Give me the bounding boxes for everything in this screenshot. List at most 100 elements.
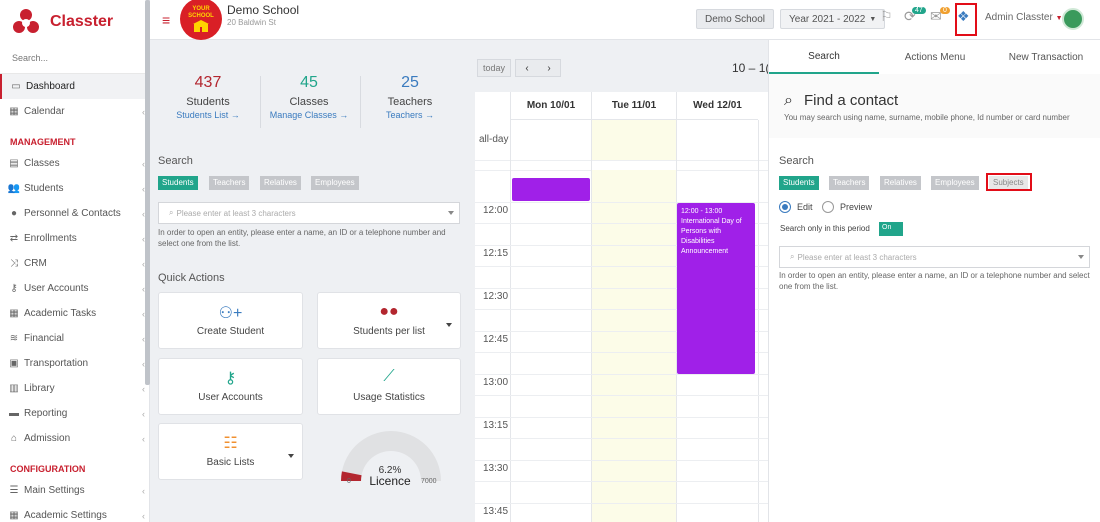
sidebar-item-transportation[interactable]: ▣ Transportation ‹	[0, 351, 145, 376]
grid-icon: ▦	[9, 308, 19, 319]
sidebar-item-label: Main Settings	[24, 485, 85, 496]
cal-allday-label: all-day	[479, 134, 509, 145]
sidebar-item-enrollments[interactable]: ⇄ Enrollments ‹	[0, 226, 145, 251]
stat-teachers-count: 25	[401, 74, 419, 91]
period-toggle[interactable]: On	[879, 222, 903, 236]
section-configuration: CONFIGURATION	[10, 464, 86, 474]
licence-max: 7000	[421, 478, 437, 485]
search-icon: ⌕	[790, 252, 795, 261]
card-label: Usage Statistics	[353, 392, 425, 403]
brand-logo[interactable]: Classter	[12, 8, 142, 36]
students-list-link[interactable]: Students List →	[153, 110, 263, 120]
sidebar-item-label: Transportation	[24, 358, 89, 369]
key-icon: ⚷	[10, 283, 18, 294]
dash-search-input[interactable]: ⌕ Please enter at least 3 characters	[158, 202, 460, 224]
sidebar-item-label: Enrollments	[24, 233, 77, 244]
sidebar-item-admission[interactable]: ⌂ Admission ‹	[0, 426, 145, 451]
sidebar-item-main-settings[interactable]: ☰ Main Settings ‹	[0, 478, 145, 503]
panel-filter-employees[interactable]: Employees	[931, 176, 979, 190]
basic-lists-card[interactable]: ☷ Basic Lists	[158, 423, 303, 480]
cal-time-label: 13:30	[483, 463, 509, 474]
radio-preview-label: Preview	[840, 202, 873, 212]
sidebar-item-financial[interactable]: ≋ Financial ‹	[0, 326, 145, 351]
cal-grid-line	[475, 460, 768, 461]
sidebar-item-calendar[interactable]: ▦ Calendar ‹	[0, 99, 145, 124]
sidebar-item-crm[interactable]: ⤨ CRM ‹	[0, 251, 145, 276]
licence-label: Licence	[369, 474, 411, 488]
panel-search-input[interactable]: ⌕ Please enter at least 3 characters	[779, 246, 1090, 268]
caret-down-icon: ▼	[869, 15, 877, 23]
radio-edit[interactable]	[779, 201, 791, 213]
chart-line-icon: ⟋	[383, 368, 395, 385]
school-building-icon	[193, 20, 209, 32]
cal-event-disabilities-day[interactable]: 12:00 - 13:00 International Day of Perso…	[677, 203, 755, 374]
cal-day-header: Wed 12/01	[676, 92, 758, 120]
stat-students-label: Students	[186, 96, 230, 108]
contact-search-panel: Search Actions Menu New Transaction ⌕ Fi…	[768, 40, 1100, 522]
teachers-link[interactable]: Teachers →	[355, 110, 465, 120]
chevron-left-icon: ‹	[142, 383, 145, 394]
sidebar-item-academic-tasks[interactable]: ▦ Academic Tasks ‹	[0, 301, 145, 326]
manage-classes-link[interactable]: Manage Classes →	[254, 110, 364, 120]
sidebar-item-reporting[interactable]: ▬ Reporting ‹	[0, 401, 145, 426]
user-icon: ●	[10, 208, 18, 219]
cal-grid-line	[475, 438, 768, 439]
cal-grid-line	[475, 395, 768, 396]
chevron-left-icon[interactable]: ‹	[525, 63, 528, 74]
school-selector[interactable]: Demo School	[696, 9, 775, 29]
chevron-right-icon[interactable]: ›	[547, 63, 550, 74]
panel-filter-teachers[interactable]: Teachers	[829, 176, 870, 190]
sidebar-item-dashboard[interactable]: ▭ Dashboard	[0, 74, 145, 99]
user-plus-icon: ⚇+	[218, 305, 243, 322]
school-logo[interactable]: YOUR SCHOOL	[180, 0, 222, 40]
brand-name: Classter	[50, 13, 114, 30]
radio-preview[interactable]	[822, 201, 834, 213]
sidebar-item-label: User Accounts	[24, 283, 89, 294]
sidebar-item-students[interactable]: 👥 Students ‹	[0, 176, 145, 201]
school-name: Demo School	[227, 3, 300, 17]
avatar[interactable]	[1062, 8, 1084, 30]
sidebar-item-label: Financial	[24, 333, 65, 344]
sidebar-item-academic-settings[interactable]: ▦ Academic Settings ‹	[0, 503, 145, 522]
sidebar-search-input[interactable]: Search...	[12, 53, 48, 63]
period-label: Search only in this period	[780, 224, 870, 233]
panel-filter-students[interactable]: Students	[779, 176, 819, 190]
panel-tab-actions-menu[interactable]: Actions Menu	[880, 40, 990, 74]
user-accounts-card[interactable]: ⚷ User Accounts	[158, 358, 303, 415]
monitor-icon: ▭	[11, 81, 21, 92]
dash-tab-teachers[interactable]: Teachers	[209, 176, 250, 190]
cal-grid-line	[475, 503, 768, 504]
panel-filter-relatives[interactable]: Relatives	[880, 176, 921, 190]
sidebar-item-classes[interactable]: ▤ Classes ‹	[0, 151, 145, 176]
sidebar-item-personnel[interactable]: ● Personnel & Contacts ‹	[0, 201, 145, 226]
licence-min: 0	[347, 478, 351, 485]
panel-tab-search[interactable]: Search	[769, 40, 879, 74]
panel-tab-new-transaction[interactable]: New Transaction	[991, 40, 1100, 74]
create-student-card[interactable]: ⚇+ Create Student	[158, 292, 303, 349]
cal-col-line	[591, 120, 592, 522]
flag-icon[interactable]: ⚐	[880, 8, 893, 25]
cal-grid-line	[475, 481, 768, 482]
mail-badge: 0	[940, 7, 950, 14]
hamburger-menu-icon[interactable]: ≡	[162, 12, 170, 28]
user-menu[interactable]: Admin Classter ▼	[985, 12, 1063, 23]
year-selector[interactable]: Year 2021 - 2022 ▼	[780, 9, 886, 29]
students-per-list-card[interactable]: ●● Students per list	[317, 292, 461, 349]
sidebar-scrollbar[interactable]	[145, 0, 150, 385]
dash-tab-students[interactable]: Students	[158, 176, 198, 190]
sidebar-item-label: CRM	[24, 258, 47, 269]
cal-grid-line	[475, 374, 768, 375]
sidebar-item-library[interactable]: ▥ Library ‹	[0, 376, 145, 401]
sidebar-item-user-accounts[interactable]: ⚷ User Accounts ‹	[0, 276, 145, 301]
cal-time-label: 12:00	[483, 205, 509, 216]
dash-tab-employees[interactable]: Employees	[311, 176, 359, 190]
caret-down-icon[interactable]	[288, 454, 294, 458]
sidebar-item-label: Library	[24, 383, 55, 394]
school-address: 20 Baldwin St	[227, 18, 276, 27]
cal-event-block[interactable]	[512, 178, 590, 201]
dash-tab-relatives[interactable]: Relatives	[260, 176, 301, 190]
usage-statistics-card[interactable]: ⟋ Usage Statistics	[317, 358, 461, 415]
caret-down-icon	[448, 211, 454, 215]
caret-down-icon[interactable]	[446, 323, 452, 327]
today-button[interactable]: today	[477, 59, 512, 77]
